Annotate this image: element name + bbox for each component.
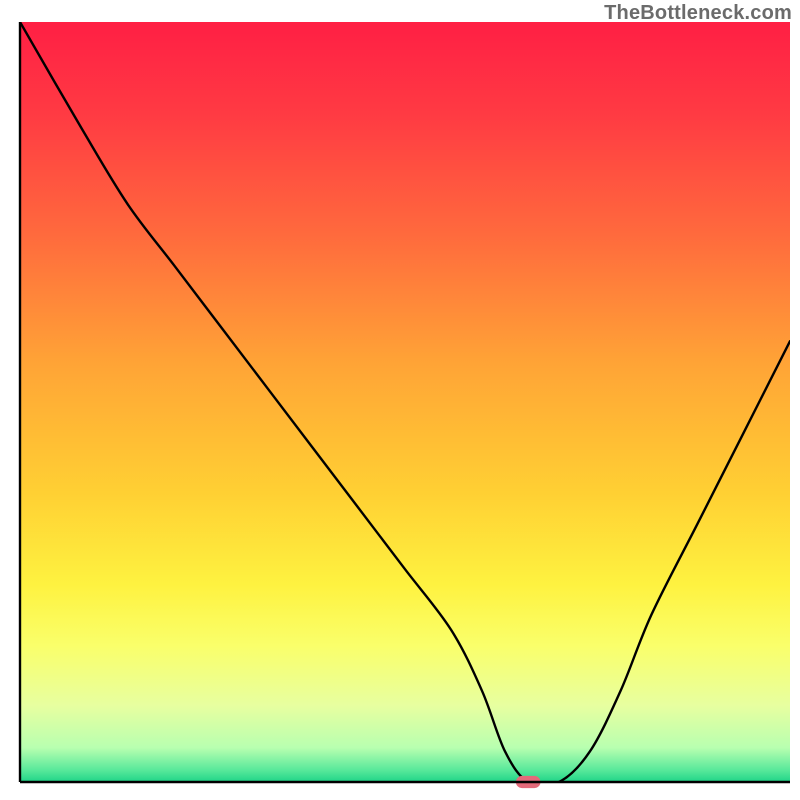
watermark-label: TheBottleneck.com	[604, 2, 792, 25]
chart-canvas	[0, 0, 800, 800]
bottleneck-chart: TheBottleneck.com	[0, 0, 800, 800]
gradient-background	[20, 22, 790, 782]
